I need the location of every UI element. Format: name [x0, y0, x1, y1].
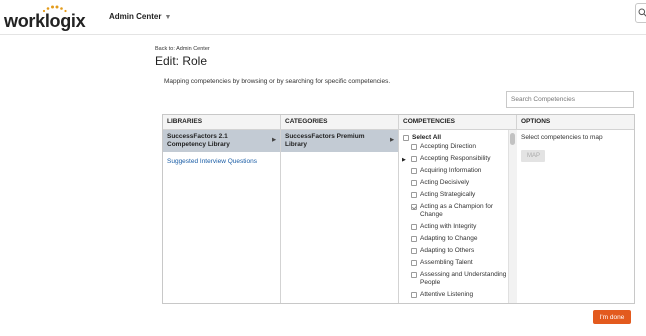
libraries-header: LIBRARIES [163, 115, 280, 130]
competency-item[interactable]: ▶ Accepting Responsibility [399, 153, 507, 165]
competency-item[interactable]: Acting with Integrity [399, 221, 507, 233]
competency-item[interactable]: Attentive Listening [399, 289, 507, 301]
admin-center-menu[interactable]: Admin Center ▼ [109, 12, 171, 21]
logo-wordmark: worklogix [4, 11, 86, 32]
competency-checkbox[interactable] [411, 260, 417, 266]
competency-checkbox[interactable] [411, 248, 417, 254]
competency-checkbox[interactable] [411, 180, 417, 186]
competency-mapping-grid: LIBRARIES SuccessFactors 2.1 Competency … [162, 114, 635, 304]
competency-item[interactable]: Assembling Talent [399, 257, 507, 269]
competency-label: Attentive Listening [420, 291, 474, 298]
competency-checkbox[interactable] [411, 224, 417, 230]
chevron-right-icon: ▶ [272, 137, 276, 143]
competency-label: Acting with Integrity [420, 223, 477, 230]
logo-text-prefix: work [4, 11, 45, 31]
page-title: Edit: Role [155, 54, 208, 68]
options-header: OPTIONS [517, 115, 634, 130]
logo-text-accent: logix [44, 11, 86, 31]
competency-item[interactable]: Adapting to Change [399, 233, 507, 245]
back-to-admin-center-link[interactable]: Back to: Admin Center [155, 46, 210, 52]
options-column: OPTIONS Select competencies to map MAP [517, 115, 634, 303]
competency-label: Adapting to Others [420, 247, 475, 254]
competency-checkbox[interactable] [411, 168, 417, 174]
competency-item[interactable]: Accepting Direction [399, 141, 507, 153]
competency-checkbox[interactable] [411, 144, 417, 150]
library-item-successfactors[interactable]: SuccessFactors 2.1 Competency Library ▶ [163, 130, 280, 152]
competency-checkbox[interactable] [411, 272, 417, 278]
im-done-button[interactable]: I'm done [593, 310, 631, 324]
competencies-column: COMPETENCIES Select All Accepting Direct… [399, 115, 517, 303]
global-search-button[interactable] [635, 3, 646, 23]
select-all-checkbox[interactable] [403, 134, 409, 141]
categories-header: CATEGORIES [281, 115, 398, 130]
category-item-label: SuccessFactors Premium Library [285, 133, 365, 148]
competency-scrollbar[interactable] [508, 130, 517, 303]
competency-label: Assembling Talent [420, 259, 473, 266]
competency-checkbox[interactable] [411, 192, 417, 198]
search-competencies-input[interactable] [506, 91, 634, 108]
competency-item[interactable]: Acquiring Information [399, 165, 507, 177]
options-hint: Select competencies to map [521, 134, 603, 141]
map-button[interactable]: MAP [521, 150, 545, 162]
select-all-row[interactable]: Select All [399, 130, 507, 141]
chevron-right-icon: ▶ [402, 157, 406, 163]
competency-item[interactable]: Acting as a Champion for Change [399, 201, 507, 221]
instructions-text: Mapping competencies by browsing or by s… [164, 78, 391, 85]
competency-item[interactable]: Adapting to Others [399, 245, 507, 257]
competency-checkbox[interactable] [411, 236, 417, 242]
competency-item[interactable]: Assessing and Understanding People [399, 269, 507, 289]
categories-column: CATEGORIES SuccessFactors Premium Librar… [281, 115, 399, 303]
competency-label: Acquiring Information [420, 167, 482, 174]
libraries-column: LIBRARIES SuccessFactors 2.1 Competency … [163, 115, 281, 303]
select-all-label: Select All [412, 133, 442, 141]
competency-list: Select All Accepting Direction ▶ Accepting… [399, 130, 507, 303]
competency-item[interactable]: Acting Strategically [399, 189, 507, 201]
library-item-label: SuccessFactors 2.1 Competency Library [167, 133, 230, 148]
chevron-down-icon: ▼ [164, 14, 172, 21]
category-item-premium-library[interactable]: SuccessFactors Premium Library ▶ [281, 130, 398, 152]
competency-label: Assessing and Understanding People [420, 271, 507, 286]
competency-label: Accepting Direction [420, 143, 476, 150]
competency-label: Acting Strategically [420, 191, 476, 198]
admin-center-label: Admin Center [109, 12, 162, 21]
competency-checkbox[interactable] [411, 204, 417, 210]
competency-label: Accepting Responsibility [420, 155, 491, 162]
competency-label: Acting Decisively [420, 179, 470, 186]
top-header: worklogix Admin Center ▼ [0, 0, 646, 35]
competency-item[interactable]: Acting Decisively [399, 177, 507, 189]
competency-checkbox[interactable] [411, 156, 417, 162]
competencies-header: COMPETENCIES [399, 115, 516, 130]
competency-label: Acting as a Champion for Change [420, 203, 493, 218]
competency-checkbox[interactable] [411, 292, 417, 298]
library-item-suggested-interview-questions[interactable]: Suggested Interview Questions [163, 152, 280, 171]
competency-label: Adapting to Change [420, 235, 478, 242]
search-icon [638, 8, 646, 17]
scrollbar-thumb[interactable] [510, 133, 515, 145]
chevron-right-icon: ▶ [390, 137, 394, 143]
